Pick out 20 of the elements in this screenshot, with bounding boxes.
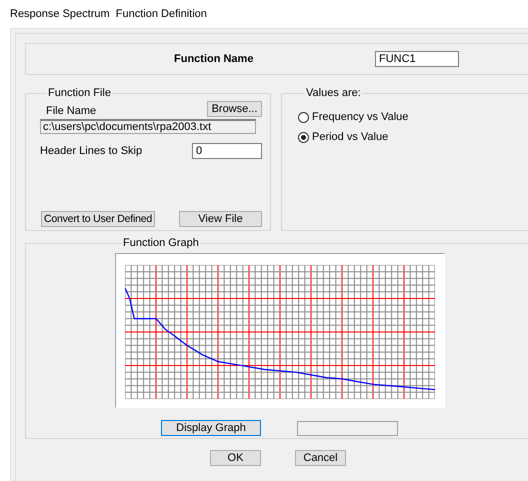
group-label: Function File — [47, 87, 112, 99]
radio-button[interactable] — [298, 132, 309, 142]
window-title: Response Spectrum Function Definition — [9, 7, 207, 17]
radio-label[interactable]: Period vs Value — [312, 131, 388, 143]
convert-button[interactable]: Convert to User Defined — [41, 211, 155, 227]
view-file-button[interactable]: View File — [179, 211, 262, 227]
header-lines-label: Header Lines to Skip — [40, 145, 142, 157]
display-graph-button[interactable]: Display Graph — [161, 420, 261, 436]
group-label: Function Graph — [122, 237, 200, 249]
function-name-field[interactable]: FUNC1 — [375, 51, 459, 67]
radio-label[interactable]: Frequency vs Value — [312, 111, 408, 123]
dialog-button[interactable]: Cancel — [295, 450, 346, 466]
file-path-field[interactable]: c:\users\pc\documents\rpa2003.txt — [40, 119, 256, 134]
group-label: Values are: — [305, 87, 362, 99]
header-lines-field[interactable]: 0 — [192, 143, 262, 159]
radio-button[interactable] — [298, 112, 309, 122]
browse-button[interactable]: Browse... — [207, 101, 262, 117]
dialog-button[interactable]: OK — [210, 450, 261, 466]
function-name-label: Function Name — [174, 53, 254, 65]
file-name-label: File Name — [46, 105, 96, 117]
